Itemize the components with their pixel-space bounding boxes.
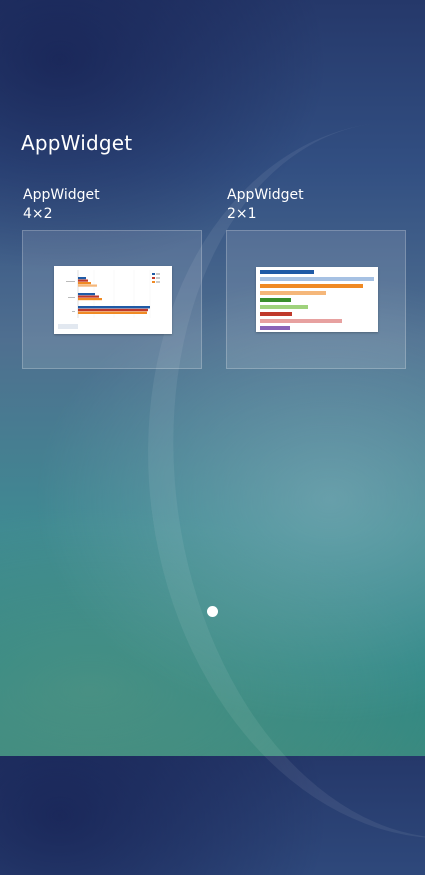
colored-bars-preview: [256, 267, 378, 332]
grouped-bar-chart-preview: [54, 266, 172, 334]
page-title: AppWidget: [21, 131, 133, 155]
page-indicator-dot[interactable]: [207, 606, 218, 617]
widget-name: AppWidget: [227, 187, 304, 203]
bars-thumbnail-image: [260, 270, 374, 330]
widget-size: 4×2: [23, 206, 53, 222]
widget-card-4x2[interactable]: [22, 230, 202, 369]
widget-picker-screen: { "header": { "title": "AppWidget" }, "w…: [0, 0, 425, 875]
widget-card-2x1[interactable]: [226, 230, 406, 369]
widget-label-2: AppWidget 2×1: [227, 186, 304, 224]
chart-thumbnail-image: [58, 270, 160, 329]
widget-size: 2×1: [227, 206, 257, 222]
widget-name: AppWidget: [23, 187, 100, 203]
widget-label-1: AppWidget 4×2: [23, 186, 100, 224]
